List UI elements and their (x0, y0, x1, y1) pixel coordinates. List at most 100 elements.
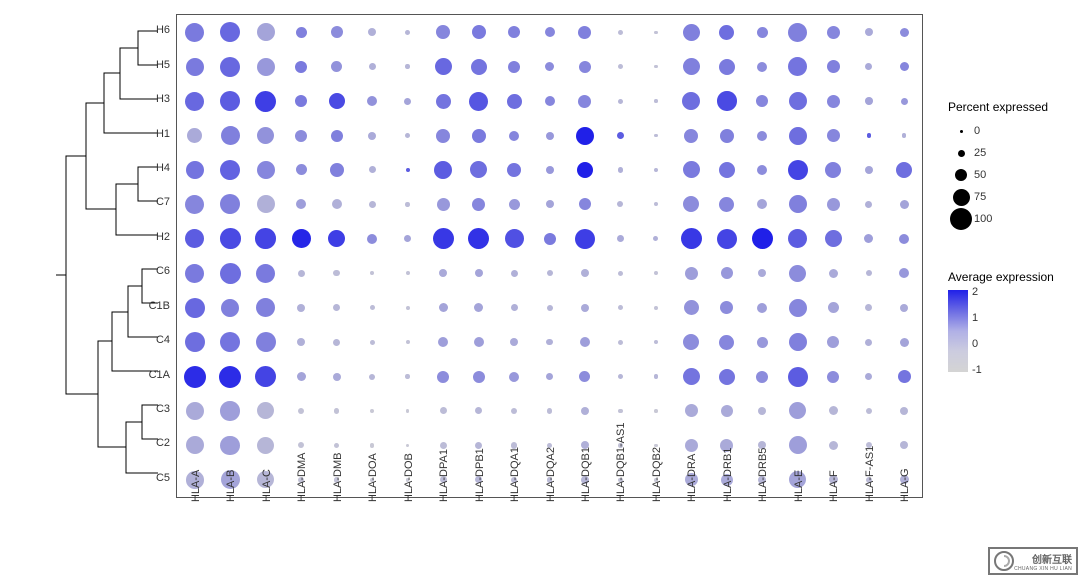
dot (618, 340, 623, 345)
dot (334, 443, 340, 449)
dot (296, 164, 307, 175)
dot (471, 59, 487, 75)
dot (509, 372, 519, 382)
dot (900, 441, 908, 449)
dot (331, 26, 343, 38)
size-legend: Percent expressed 0255075100 (948, 100, 1048, 230)
dot (654, 374, 658, 378)
dot (257, 402, 274, 419)
dot (546, 339, 552, 345)
dot (334, 408, 340, 414)
dot (720, 129, 734, 143)
row-label: C6 (156, 265, 170, 277)
plot-area (176, 14, 923, 498)
dot (257, 23, 275, 41)
dot (579, 371, 590, 382)
watermark-sub: CHUANG XIN HU LIAN (1014, 566, 1072, 572)
dot (473, 371, 485, 383)
dot (406, 168, 410, 172)
dot (827, 60, 840, 73)
dot (654, 409, 658, 413)
dot (719, 197, 734, 212)
dot (900, 304, 908, 312)
row-label: H6 (156, 24, 170, 36)
dot (899, 234, 909, 244)
dot (720, 301, 733, 314)
dot (330, 163, 344, 177)
dot (757, 165, 767, 175)
dot (721, 405, 733, 417)
dot (333, 270, 339, 276)
dot (757, 199, 767, 209)
chart-container: Percent expressed 0255075100 Average exp… (0, 0, 1080, 577)
dot (618, 305, 623, 310)
size-legend-dot (950, 208, 972, 230)
dot (333, 339, 340, 346)
dot (578, 95, 591, 108)
watermark-main: 创新互联 (1014, 551, 1072, 566)
dot (684, 129, 698, 143)
size-legend-dot (955, 169, 967, 181)
dot (295, 130, 307, 142)
dot (789, 402, 806, 419)
dot (328, 230, 345, 247)
dot (370, 271, 374, 275)
dot (220, 263, 241, 284)
size-legend-row: 0 (948, 120, 1048, 142)
dot (789, 92, 807, 110)
dot (475, 407, 482, 414)
dot (436, 94, 451, 109)
dot (220, 160, 240, 180)
dot (256, 264, 275, 283)
size-legend-dot (960, 130, 963, 133)
dot (256, 298, 275, 317)
dot (468, 228, 489, 249)
dot (653, 236, 658, 241)
row-label: C3 (156, 403, 170, 415)
dot (436, 25, 450, 39)
dot (546, 166, 554, 174)
row-label: C1B (149, 300, 170, 312)
dot (865, 166, 873, 174)
dot (547, 408, 553, 414)
dot (898, 370, 911, 383)
dot (789, 333, 807, 351)
dot (185, 332, 205, 352)
dot (546, 132, 554, 140)
dot (472, 129, 486, 143)
dot (896, 162, 912, 178)
dot (789, 195, 807, 213)
dot (435, 58, 452, 75)
dot (683, 196, 699, 212)
dot (298, 442, 304, 448)
dot (681, 228, 702, 249)
dot (654, 65, 657, 68)
dot (757, 62, 767, 72)
dot (547, 305, 553, 311)
dot (683, 368, 700, 385)
dot (509, 199, 520, 210)
dot (405, 30, 410, 35)
dot (618, 409, 622, 413)
color-legend-label: -1 (972, 364, 982, 376)
dot (406, 444, 410, 448)
dot (829, 269, 838, 278)
dot (579, 61, 591, 73)
dot (439, 269, 447, 277)
dot (440, 407, 447, 414)
dot (788, 57, 807, 76)
dot (369, 374, 375, 380)
dot (370, 305, 375, 310)
dot (901, 98, 908, 105)
dot (829, 406, 838, 415)
dot (617, 201, 623, 207)
dot (581, 269, 589, 277)
dot (864, 234, 873, 243)
dot (472, 25, 486, 39)
dot (618, 374, 624, 380)
dot (827, 198, 840, 211)
dot (684, 300, 699, 315)
dot (257, 127, 274, 144)
row-label: H3 (156, 93, 170, 105)
dot (866, 270, 872, 276)
